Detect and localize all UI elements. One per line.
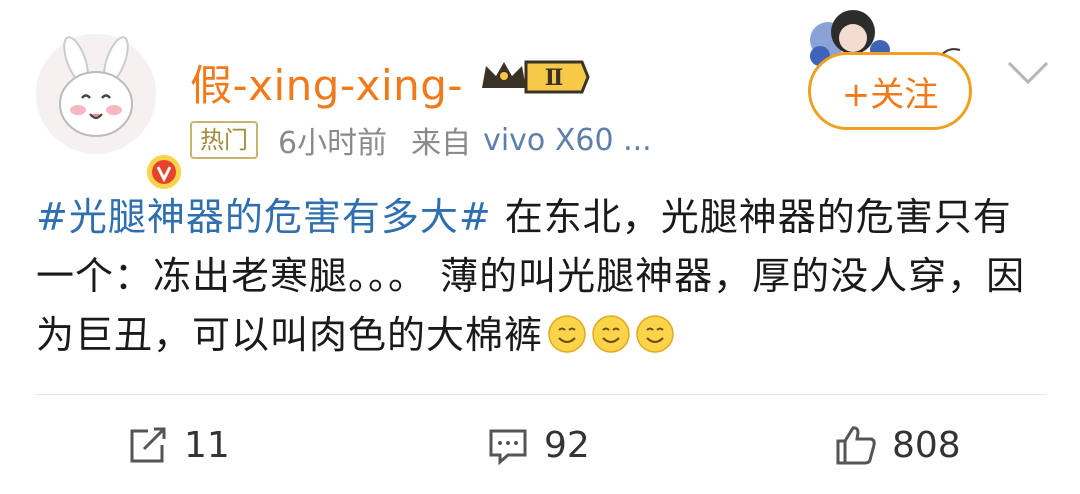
follow-button[interactable]: +关注 xyxy=(808,52,972,130)
bunny-avatar-icon xyxy=(36,34,156,154)
hot-tag-badge: 热门 xyxy=(190,121,258,159)
rank-label: Ⅱ xyxy=(545,65,564,91)
comment-button[interactable]: 92 xyxy=(486,420,590,470)
smile-emoji-icon xyxy=(592,315,630,353)
like-count: 808 xyxy=(892,424,961,466)
smile-emoji-icon xyxy=(548,315,586,353)
repost-button[interactable]: 11 xyxy=(126,420,230,470)
like-button[interactable]: 808 xyxy=(834,420,961,470)
username[interactable]: 假-xing-xing- xyxy=(190,52,463,113)
comment-count: 92 xyxy=(544,424,590,466)
chevron-down-icon[interactable] xyxy=(1006,60,1050,86)
thumbs-up-icon xyxy=(836,426,876,465)
post-content: #光腿神器的危害有多大# 在东北，光腿神器的危害只有一个：冻出老寒腿。。。 薄的… xyxy=(36,188,1046,365)
post-meta: 热门 6小时前 来自 vivo X60 ... xyxy=(190,118,652,162)
crown-icon: Ⅱ xyxy=(482,60,590,94)
comment-icon xyxy=(489,429,527,466)
source-prefix: 来自 xyxy=(411,126,472,161)
source-device[interactable]: vivo X60 ... xyxy=(483,123,652,158)
avatar[interactable] xyxy=(34,32,184,192)
post-time: 6小时前 xyxy=(278,126,388,161)
repost-count: 11 xyxy=(184,424,230,466)
hashtag-link[interactable]: #光腿神器的危害有多大# xyxy=(36,195,492,239)
repost-icon xyxy=(130,427,166,463)
verified-v-badge-icon xyxy=(144,152,184,192)
divider xyxy=(36,394,1046,395)
rank-crown-badge: Ⅱ xyxy=(478,58,590,96)
smile-emoji-icon xyxy=(636,315,674,353)
